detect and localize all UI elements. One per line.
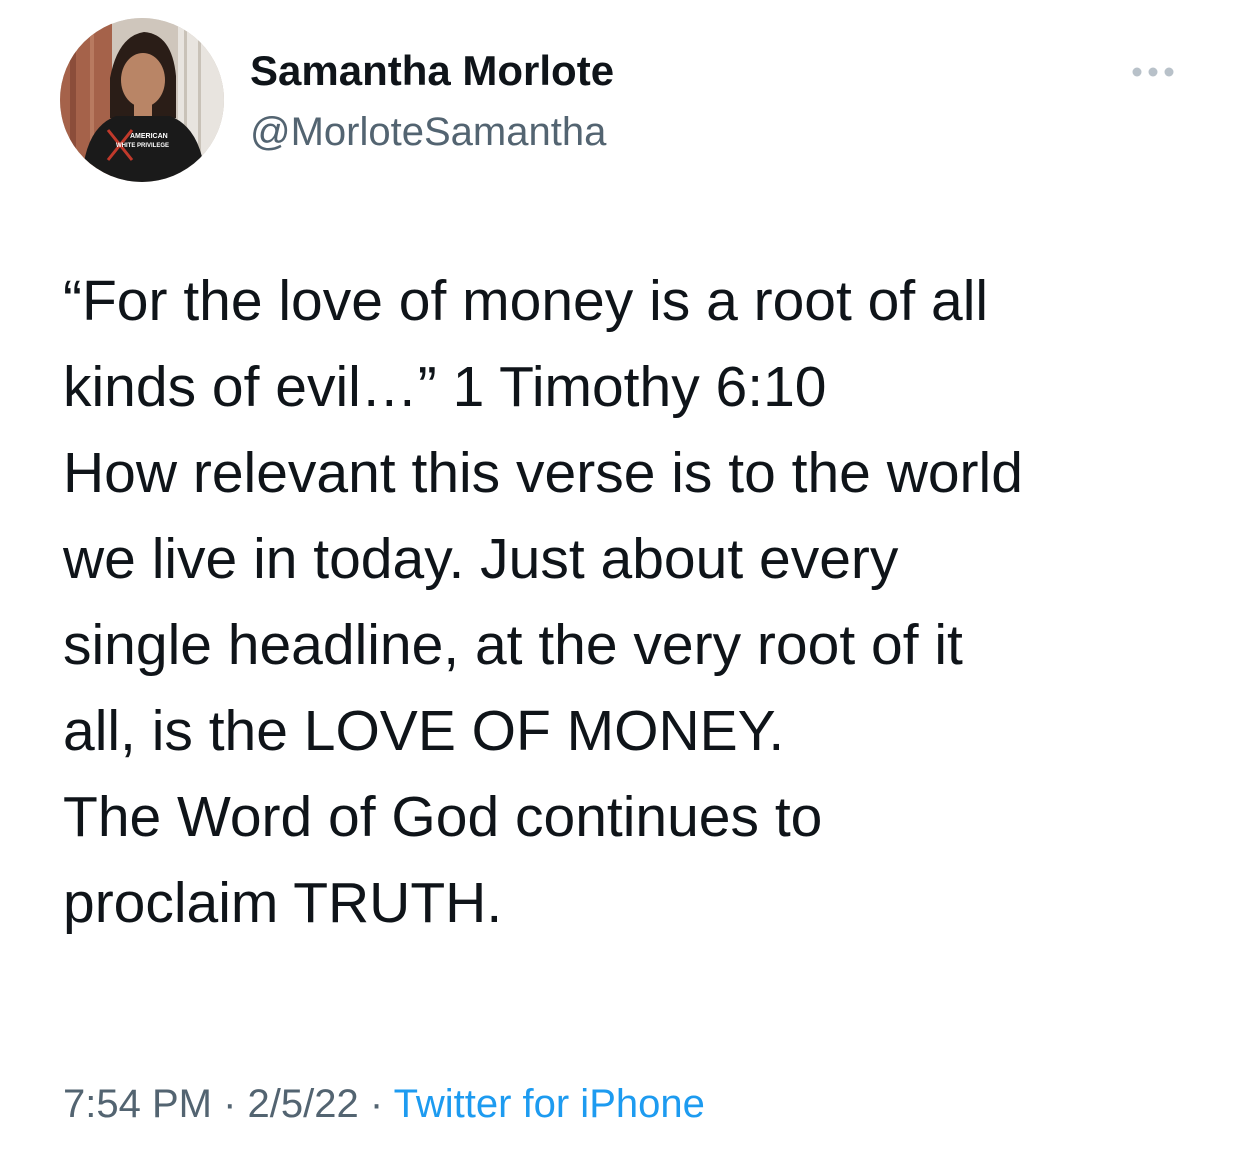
avatar[interactable]: AMERICAN WHITE PRIVILEGE (60, 18, 224, 182)
tweet-paragraph-quote: “For the love of money is a root of all … (63, 269, 989, 419)
more-horizontal-icon (1132, 67, 1174, 77)
tweet-date[interactable]: 2/5/22 (248, 1082, 359, 1126)
tweet-paragraph-commentary: How relevant this verse is to the world … (63, 441, 1023, 763)
svg-text:AMERICAN: AMERICAN (130, 133, 168, 140)
svg-text:WHITE PRIVILEGE: WHITE PRIVILEGE (116, 143, 169, 149)
tweet-paragraph-conclusion: The Word of God continues to proclaim TR… (63, 785, 823, 935)
meta-separator: · (369, 1082, 384, 1126)
tweet-time[interactable]: 7:54 PM (63, 1082, 212, 1126)
tweet-source-link[interactable]: Twitter for iPhone (394, 1082, 705, 1126)
author-name[interactable]: Samantha Morlote (250, 46, 614, 96)
avatar-photo: AMERICAN WHITE PRIVILEGE (60, 18, 224, 182)
tweet-metadata: 7:54 PM · 2/5/22 · Twitter for iPhone (63, 1078, 705, 1130)
more-options-button[interactable] (1128, 60, 1178, 84)
meta-separator: · (223, 1082, 237, 1126)
tweet-text: “For the love of money is a root of all … (63, 258, 1213, 946)
tweet: AMERICAN WHITE PRIVILEGE Samantha Morlot… (0, 0, 1242, 1157)
author-handle[interactable]: @MorloteSamantha (250, 108, 606, 156)
